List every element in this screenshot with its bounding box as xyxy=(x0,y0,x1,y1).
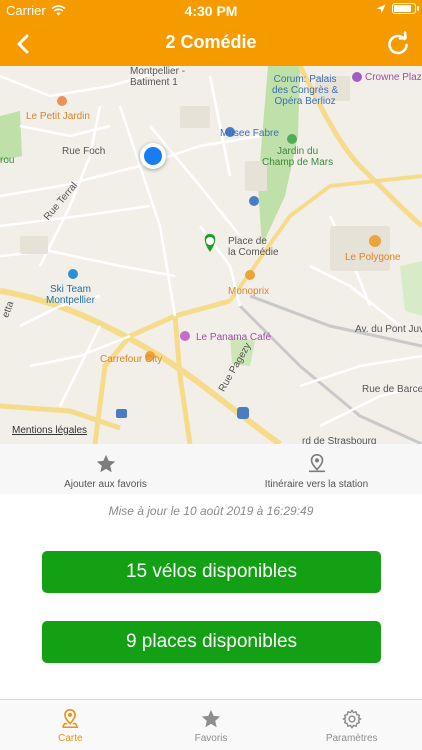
status-time: 4:30 PM xyxy=(184,3,238,19)
battery-fill xyxy=(394,5,411,12)
tab-bar: Carte Favoris Paramètres xyxy=(0,699,422,750)
places-available-button[interactable]: 9 places disponibles xyxy=(42,621,381,663)
location-arrow-icon xyxy=(376,4,386,13)
map-label-barcelone: Rue de Barcelo xyxy=(362,384,422,395)
status-bar: Carrier 4:30 PM xyxy=(0,0,422,22)
map-label-crowne: Crowne Plaz xyxy=(365,72,422,83)
header: 2 Comédie xyxy=(0,22,422,66)
map-label-petit-jardin: Le Petit Jardin xyxy=(26,111,90,122)
map-label-rou: rou xyxy=(0,155,15,166)
status-right xyxy=(376,3,419,14)
map-label-corum: Corum: Palais des Congrès & Opéra Berlio… xyxy=(272,74,339,107)
refresh-icon xyxy=(388,31,408,55)
route-to-station-button[interactable]: Itinéraire vers la station xyxy=(211,444,422,494)
tab-favorites-label: Favoris xyxy=(194,733,228,744)
map-label-place-comedie: Place de la Comédie xyxy=(228,236,279,258)
route-label: Itinéraire vers la station xyxy=(264,479,369,490)
tab-map-label: Carte xyxy=(58,733,83,744)
refresh-button[interactable] xyxy=(382,28,414,60)
gear-icon xyxy=(342,709,362,729)
map-label-carrefour: Carrefour City xyxy=(100,354,163,365)
tab-settings[interactable]: Paramètres xyxy=(281,700,422,750)
map-label-musee: Musee Fabre xyxy=(220,128,279,139)
map-pin-icon xyxy=(308,454,325,473)
tab-settings-label: Paramètres xyxy=(325,733,378,744)
map-label-polygone: Le Polygone xyxy=(345,252,401,263)
tab-map[interactable]: Carte xyxy=(0,700,141,750)
battery-icon xyxy=(392,3,419,14)
bikes-available-button[interactable]: 15 vélos disponibles xyxy=(42,551,381,593)
map-label-batiment: Montpellier - Batiment 1 xyxy=(130,66,186,88)
legal-link[interactable]: Mentions légales xyxy=(12,425,87,436)
map-label-rue-foch: Rue Foch xyxy=(62,146,106,157)
map-marker-icon xyxy=(62,709,79,728)
page-title: 2 Comédie xyxy=(165,32,257,52)
station-actions: Ajouter aux favoris Itinéraire vers la s… xyxy=(0,444,422,494)
station-map[interactable]: Montpellier - Batiment 1 Corum: Palais d… xyxy=(0,66,422,444)
last-updated-text: Mise à jour le 10 août 2019 à 16:29:49 xyxy=(108,504,314,518)
user-location-marker xyxy=(140,143,166,169)
map-label-jardin: Jardin du Champ de Mars xyxy=(262,146,334,168)
star-icon xyxy=(96,454,115,473)
map-label-monoprix: Monoprix xyxy=(228,286,270,297)
map-label-panama: Le Panama Café xyxy=(196,332,272,343)
map-label-strasbourg: rd de Strasbourg xyxy=(302,436,377,444)
add-favorite-label: Ajouter aux favoris xyxy=(64,479,147,490)
tab-favorites[interactable]: Favoris xyxy=(141,700,282,750)
map-label-ski-team: Ski Team Montpellier xyxy=(46,284,95,306)
add-favorite-button[interactable]: Ajouter aux favoris xyxy=(0,444,211,494)
star-icon xyxy=(201,709,221,728)
map-label-pont-juvenal: Av. du Pont Juve xyxy=(355,324,422,335)
